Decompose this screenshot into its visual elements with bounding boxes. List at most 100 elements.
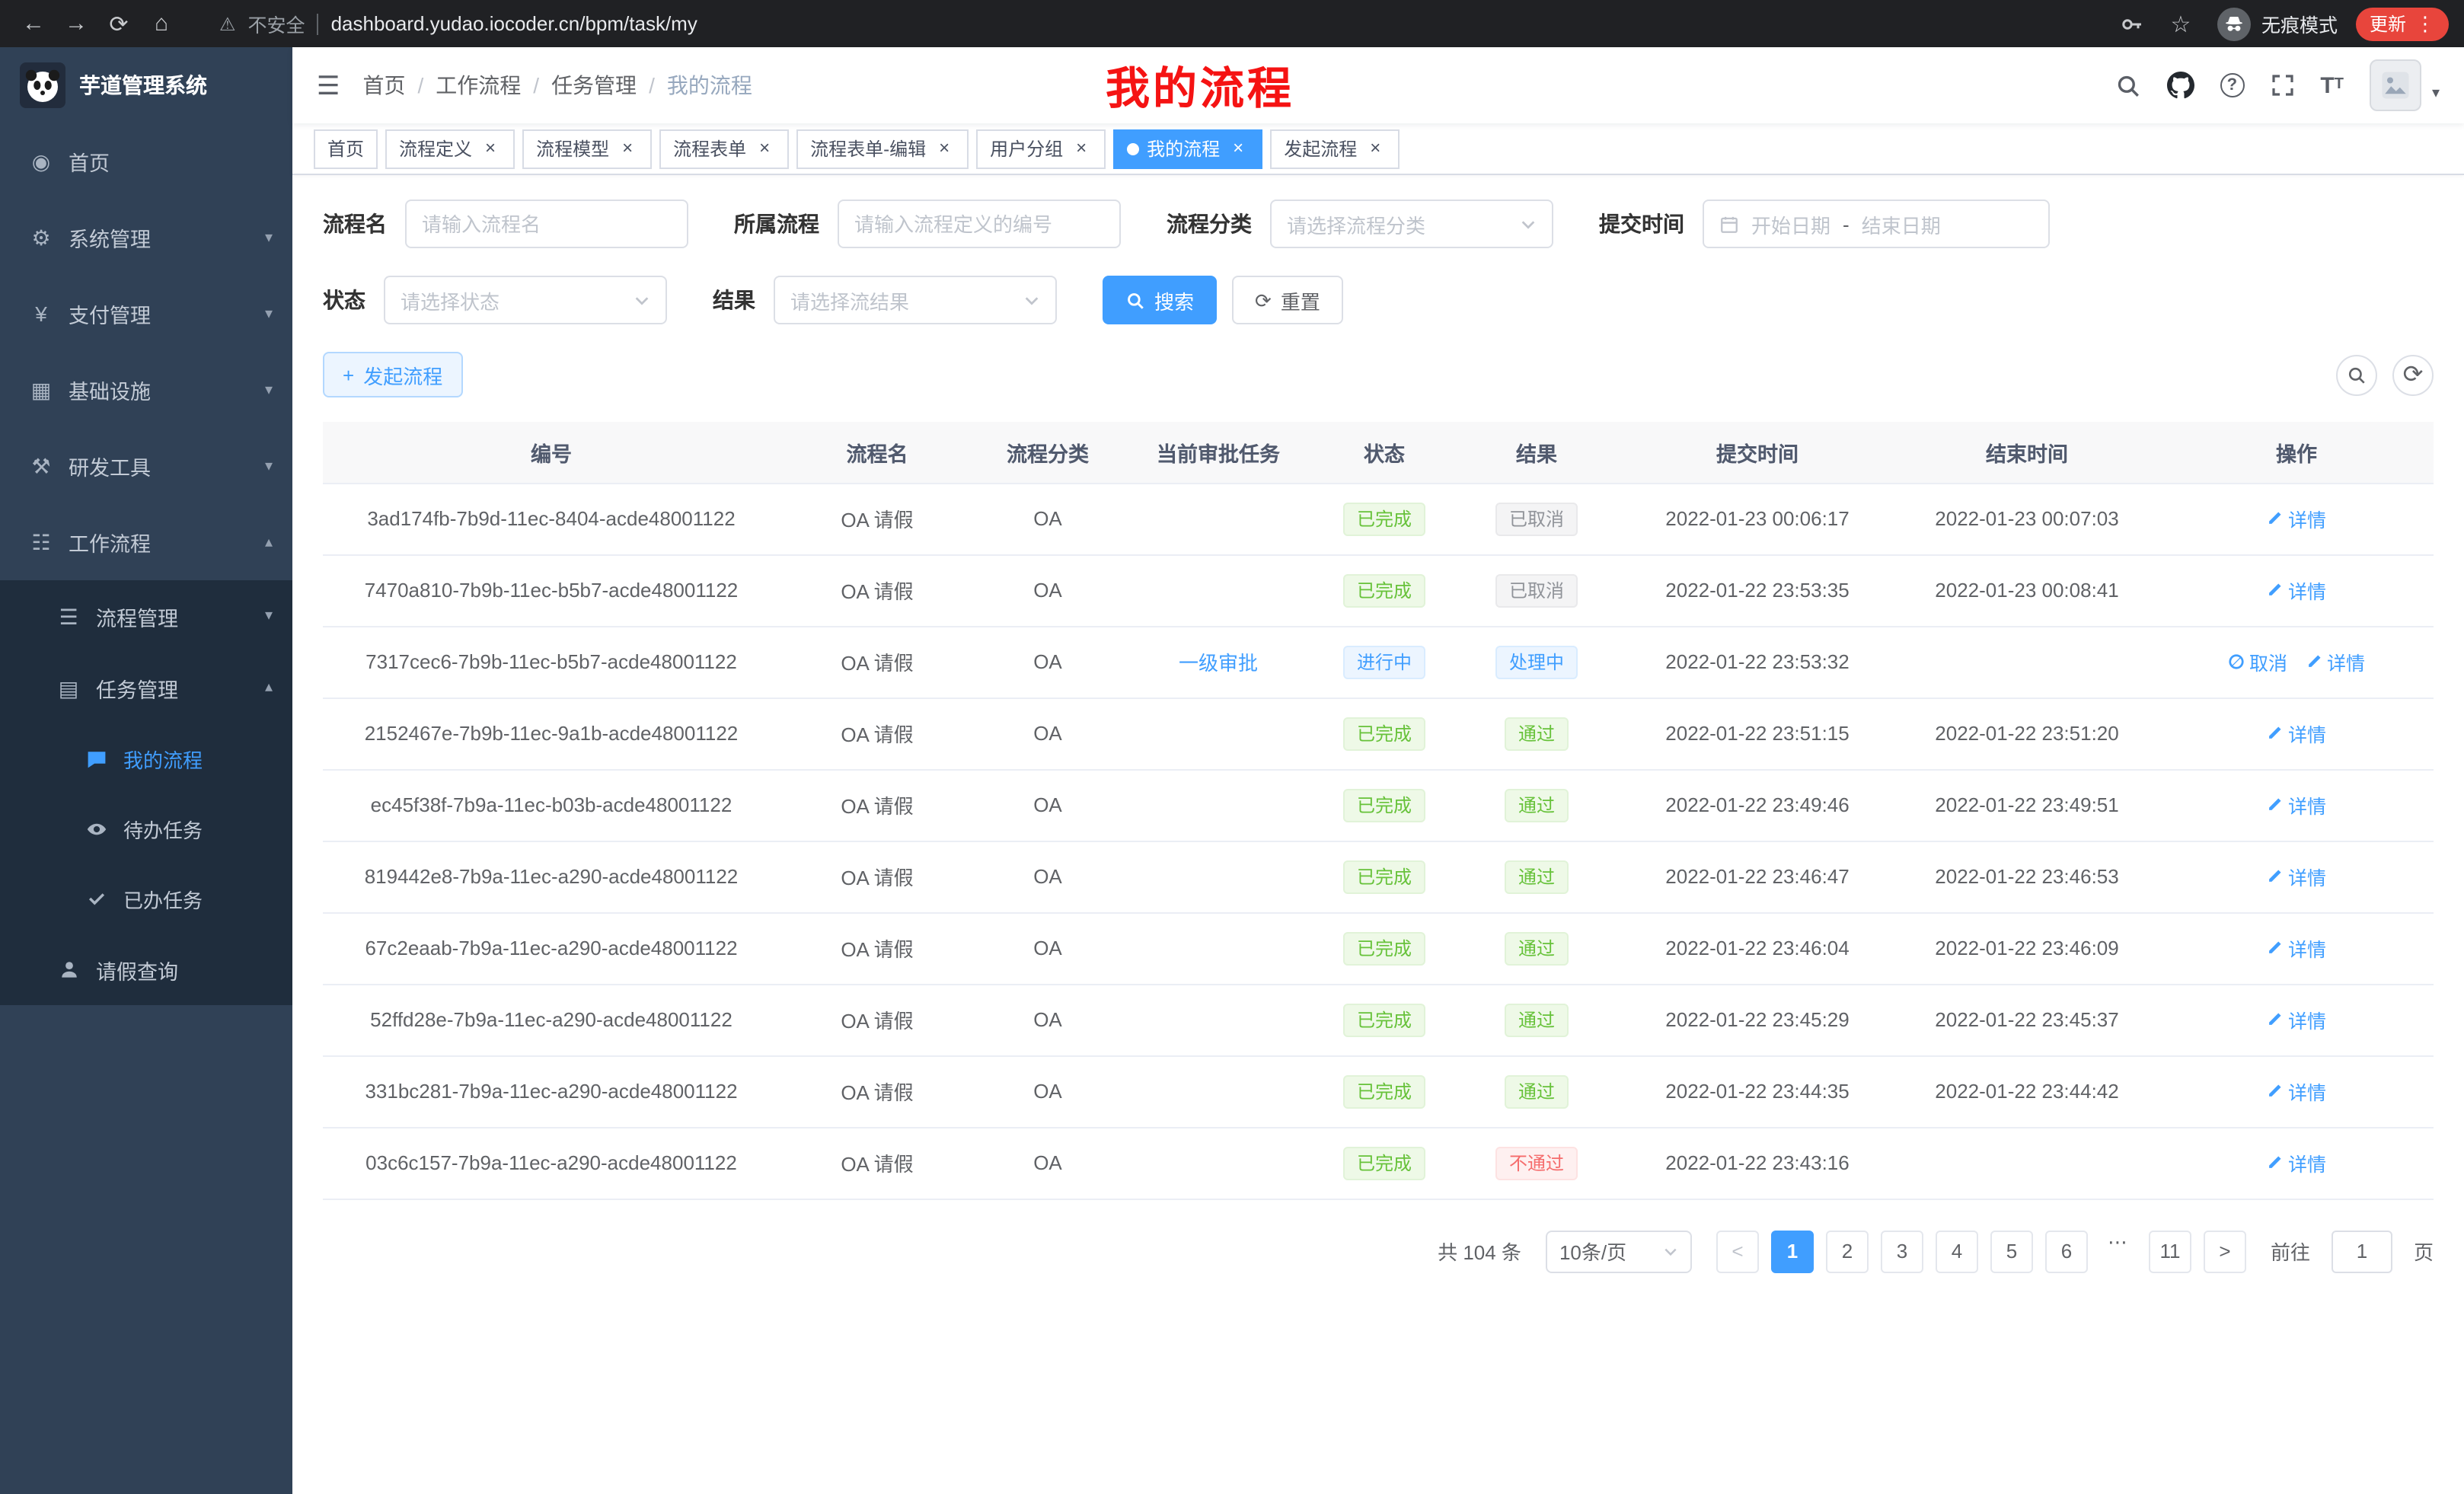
process-definition-input[interactable] (838, 200, 1121, 248)
sidebar-item-leave-query[interactable]: 请假查询 (0, 934, 292, 1005)
tab-close-icon[interactable]: × (1364, 138, 1386, 159)
breadcrumb-item[interactable]: 首页 (363, 70, 406, 101)
sidebar-item-label: 工作流程 (69, 527, 151, 557)
task-link[interactable]: 一级审批 (1179, 647, 1258, 676)
tab-process-form-edit[interactable]: 流程表单-编辑× (796, 129, 969, 168)
sidebar-item-devtools[interactable]: ⚒研发工具▾ (0, 428, 292, 504)
actions-cell: 取消详情 (2159, 626, 2434, 698)
reset-icon: ⟳ (1255, 290, 1272, 310)
tab-process-model[interactable]: 流程模型× (522, 129, 652, 168)
bookmark-star-icon[interactable]: ☆ (2162, 5, 2199, 42)
sidebar-item-workflow[interactable]: ☷工作流程▴ (0, 504, 292, 580)
avatar[interactable] (2370, 59, 2421, 111)
browser-home-icon[interactable]: ⌂ (143, 5, 180, 42)
browser-back-icon[interactable]: ← (15, 5, 52, 42)
browser-reload-icon[interactable]: ⟳ (101, 5, 137, 42)
tab-user-group[interactable]: 用户分组× (976, 129, 1106, 168)
process-name-input[interactable] (405, 200, 688, 248)
breadcrumb-item[interactable]: 任务管理 (551, 70, 637, 101)
detail-link[interactable]: 详情 (2267, 1077, 2326, 1106)
address-bar[interactable]: ⚠ 不安全 dashboard.yudao.iocoder.cn/bpm/tas… (219, 9, 2114, 38)
plus-icon: + (343, 365, 354, 385)
page-button-2[interactable]: 2 (1826, 1230, 1869, 1272)
browser-menu-dots-icon[interactable]: ⋮ (2415, 14, 2435, 34)
submit-time-range[interactable]: 开始日期-结束日期 (1703, 200, 2050, 248)
detail-link[interactable]: 详情 (2267, 1005, 2326, 1034)
page-button-3[interactable]: 3 (1881, 1230, 1923, 1272)
task-cell (1121, 769, 1316, 841)
address-divider (318, 13, 319, 34)
sidebar-item-todo-tasks[interactable]: 待办任务 (0, 793, 292, 864)
sidebar-item-process-management[interactable]: ☰流程管理▾ (0, 580, 292, 652)
tab-close-icon[interactable]: × (1227, 138, 1249, 159)
help-icon[interactable]: ? (2220, 73, 2244, 97)
browser-chrome: ← → ⟳ ⌂ ⚠ 不安全 dashboard.yudao.iocoder.cn… (0, 0, 2464, 47)
end-time-cell: 2022-01-23 00:08:41 (1894, 554, 2159, 626)
search-icon[interactable] (2115, 72, 2140, 98)
sidebar-item-task-management[interactable]: ▤任务管理▴ (0, 652, 292, 723)
prev-page-button[interactable]: < (1716, 1230, 1759, 1272)
status-select[interactable]: 请选择状态 (384, 276, 667, 324)
page-size-select[interactable]: 10条/页 (1546, 1230, 1692, 1272)
hamburger-icon[interactable]: ☰ (317, 72, 340, 98)
breadcrumb-item[interactable]: 工作流程 (436, 70, 521, 101)
sidebar-item-infrastructure[interactable]: ▦基础设施▾ (0, 352, 292, 428)
tab-close-icon[interactable]: × (754, 138, 775, 159)
sidebar-item-payment[interactable]: ¥支付管理▾ (0, 276, 292, 352)
github-icon[interactable] (2166, 72, 2194, 99)
sidebar-item-home[interactable]: ◉首页 (0, 123, 292, 200)
page-button-4[interactable]: 4 (1936, 1230, 1978, 1272)
tab-close-icon[interactable]: × (934, 138, 955, 159)
cancel-link[interactable]: 取消 (2228, 647, 2287, 676)
sidebar-item-system[interactable]: ⚙系统管理▾ (0, 200, 292, 276)
sidebar-item-my-process[interactable]: 我的流程 (0, 723, 292, 793)
tab-home[interactable]: 首页 (314, 129, 378, 168)
password-key-icon[interactable] (2120, 11, 2144, 36)
detail-link[interactable]: 详情 (2267, 862, 2326, 891)
page-button-11[interactable]: 11 (2149, 1230, 2191, 1272)
update-button[interactable]: 更新 ⋮ (2356, 7, 2449, 40)
detail-link[interactable]: 详情 (2306, 647, 2365, 676)
result-cell: 不通过 (1453, 1127, 1620, 1199)
app-logo[interactable]: 芋道管理系统 (0, 47, 292, 123)
detail-link[interactable]: 详情 (2267, 719, 2326, 748)
result-tag: 通过 (1505, 788, 1569, 822)
tab-process-form[interactable]: 流程表单× (659, 129, 789, 168)
sidebar-item-label: 首页 (69, 146, 110, 177)
sidebar-item-done-tasks[interactable]: 已办任务 (0, 864, 292, 934)
refresh-button[interactable]: ⟳ (2392, 354, 2434, 395)
create-process-button[interactable]: + 发起流程 (323, 352, 462, 397)
detail-link[interactable]: 详情 (2267, 576, 2326, 605)
detail-link[interactable]: 详情 (2267, 504, 2326, 533)
page-button-6[interactable]: 6 (2045, 1230, 2088, 1272)
detail-link[interactable]: 详情 (2267, 1148, 2326, 1177)
goto-page-input[interactable] (2332, 1230, 2392, 1272)
column-header: 结束时间 (1894, 422, 2159, 483)
detail-link[interactable]: 详情 (2267, 934, 2326, 962)
tab-my-process[interactable]: 我的流程× (1113, 129, 1262, 168)
security-label: 不安全 (248, 9, 305, 38)
tab-create-process[interactable]: 发起流程× (1270, 129, 1400, 168)
sidebar-item-label: 任务管理 (96, 672, 178, 703)
tab-close-icon[interactable]: × (1071, 138, 1092, 159)
font-size-icon[interactable]: TT (2320, 74, 2344, 97)
toggle-search-button[interactable] (2336, 354, 2377, 395)
chevron-down-icon (1663, 1243, 1678, 1259)
result-select[interactable]: 请选择流结果 (774, 276, 1057, 324)
next-page-button[interactable]: > (2204, 1230, 2246, 1272)
fullscreen-icon[interactable] (2270, 73, 2294, 97)
browser-forward-icon[interactable]: → (58, 5, 94, 42)
avatar-caret-icon[interactable]: ▾ (2432, 85, 2440, 102)
page-button-1[interactable]: 1 (1771, 1230, 1814, 1272)
name-cell: OA 请假 (780, 984, 975, 1055)
search-button[interactable]: 搜索 (1103, 276, 1217, 324)
page-button-5[interactable]: 5 (1990, 1230, 2033, 1272)
reset-button[interactable]: ⟳重置 (1232, 276, 1343, 324)
actions-cell: 详情 (2159, 483, 2434, 554)
tab-process-definition[interactable]: 流程定义× (385, 129, 515, 168)
detail-link[interactable]: 详情 (2267, 790, 2326, 819)
tab-close-icon[interactable]: × (617, 138, 638, 159)
tab-close-icon[interactable]: × (480, 138, 501, 159)
page-ellipsis[interactable]: ⋯ (2100, 1230, 2137, 1272)
process-category-select[interactable]: 请选择流程分类 (1270, 200, 1553, 248)
